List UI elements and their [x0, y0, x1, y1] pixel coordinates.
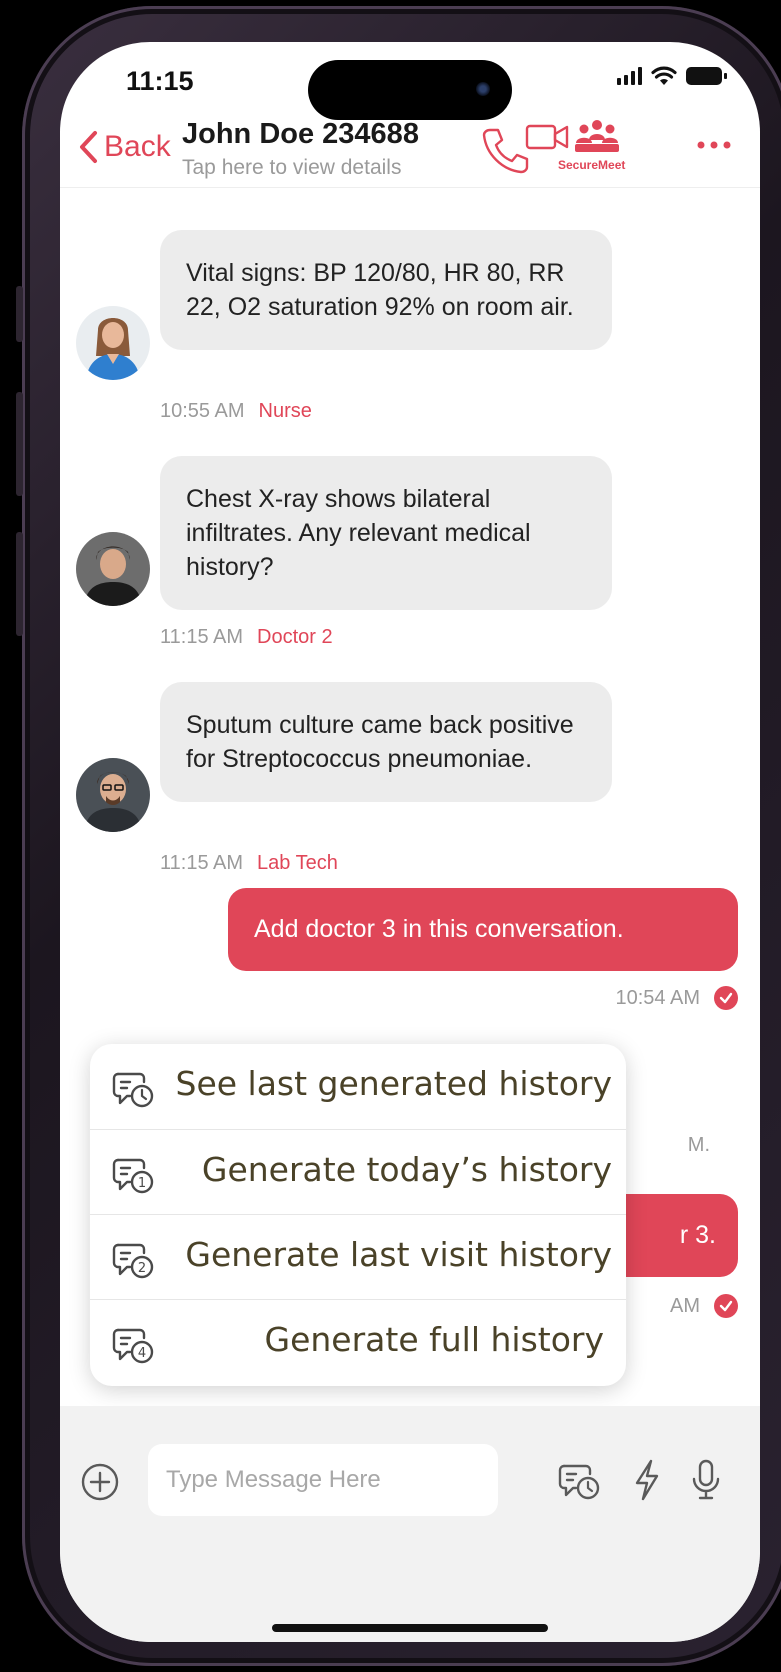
- message-time: 11:15 AM: [160, 852, 244, 874]
- message-bubble-lab-tech[interactable]: Sputum culture came back positive for St…: [160, 682, 612, 802]
- menu-item-label: See last generated history: [175, 1064, 613, 1103]
- message-text-partial: r 3.: [679, 1221, 716, 1249]
- view-details-hint[interactable]: Tap here to view details: [182, 156, 401, 180]
- home-indicator[interactable]: [272, 1624, 548, 1632]
- securemeet-icon[interactable]: [572, 118, 622, 156]
- menu-item-generate-full-history[interactable]: 4 Generate full history: [90, 1299, 626, 1384]
- history-4-icon: 4: [112, 1328, 154, 1364]
- dynamic-island: [308, 60, 512, 120]
- chevron-left-icon: [80, 131, 97, 163]
- securemeet-label[interactable]: SecureMeet: [558, 158, 625, 172]
- svg-text:1: 1: [138, 1176, 146, 1191]
- message-bubble-outgoing[interactable]: Add doctor 3 in this conversation.: [228, 888, 738, 971]
- menu-item-label: Generate full history: [264, 1320, 604, 1359]
- message-meta-outgoing: 10:54 AM: [615, 986, 738, 1010]
- back-label: Back: [104, 130, 171, 163]
- message-bubble-nurse[interactable]: Vital signs: BP 120/80, HR 80, RR 22, O2…: [160, 230, 612, 350]
- history-clock-icon: [112, 1072, 154, 1108]
- volume-down-button: [16, 532, 23, 636]
- chat-header: Back John Doe 234688 Tap here to view de…: [60, 112, 760, 188]
- message-text: Add doctor 3 in this conversation.: [254, 915, 624, 943]
- more-options-icon[interactable]: [696, 140, 736, 150]
- contact-name[interactable]: John Doe 234688: [182, 118, 419, 151]
- message-text: Chest X-ray shows bilateral infiltrates.…: [186, 485, 531, 581]
- menu-item-generate-today-history[interactable]: 1 Generate today’s history: [90, 1129, 626, 1214]
- microphone-icon[interactable]: [690, 1458, 722, 1502]
- svg-text:2: 2: [138, 1261, 146, 1276]
- svg-text:4: 4: [138, 1346, 146, 1361]
- avatar-lab-tech[interactable]: [76, 758, 150, 832]
- battery-icon: [686, 67, 727, 85]
- wifi-icon: [651, 66, 677, 85]
- sender-role: Lab Tech: [257, 852, 338, 874]
- message-meta-nurse: 10:55 AM Nurse: [160, 400, 312, 423]
- volume-up-button: [16, 392, 23, 496]
- video-call-icon[interactable]: [524, 122, 572, 154]
- history-menu: See last generated history 1 Generate to…: [90, 1044, 626, 1386]
- composer-bar: [60, 1406, 760, 1642]
- status-time: 11:15: [126, 66, 194, 96]
- message-meta-outgoing-hidden-top: M.: [688, 1134, 710, 1157]
- cellular-signal-icon: [617, 67, 642, 85]
- lightning-icon[interactable]: [632, 1458, 662, 1502]
- read-check-icon: [714, 986, 738, 1010]
- menu-item-generate-last-visit-history[interactable]: 2 Generate last visit history: [90, 1214, 626, 1299]
- phone-screen: 11:15 Back John Doe 234688 Tap here to v…: [60, 42, 760, 1642]
- message-meta-lab-tech: 11:15 AM Lab Tech: [160, 852, 338, 875]
- back-button[interactable]: Back: [78, 130, 171, 164]
- history-2-icon: 2: [112, 1243, 154, 1279]
- message-text: Sputum culture came back positive for St…: [186, 711, 574, 773]
- message-text: Vital signs: BP 120/80, HR 80, RR 22, O2…: [186, 259, 574, 321]
- menu-item-label: Generate last visit history: [185, 1235, 612, 1274]
- message-time-partial: M.: [687, 1134, 710, 1156]
- sender-role: Nurse: [258, 400, 312, 422]
- history-menu-icon[interactable]: [558, 1458, 602, 1502]
- front-camera: [476, 82, 490, 96]
- read-check-icon: [714, 1294, 738, 1318]
- history-1-icon: 1: [112, 1158, 154, 1194]
- message-bubble-doctor-2[interactable]: Chest X-ray shows bilateral infiltrates.…: [160, 456, 612, 610]
- message-time-partial: AM: [670, 1294, 700, 1317]
- sender-role: Doctor 2: [257, 626, 333, 648]
- status-indicators: [617, 66, 727, 86]
- message-meta-doctor-2: 11:15 AM Doctor 2: [160, 626, 333, 649]
- message-time: 10:55 AM: [160, 400, 245, 422]
- avatar-doctor-2[interactable]: [76, 532, 150, 606]
- message-meta-outgoing-partial: AM: [670, 1294, 738, 1318]
- message-input[interactable]: [148, 1444, 498, 1516]
- message-time: 11:15 AM: [160, 626, 244, 648]
- add-attachment-icon[interactable]: [80, 1462, 120, 1502]
- menu-item-see-last-history[interactable]: See last generated history: [90, 1044, 626, 1129]
- action-button: [16, 286, 23, 342]
- avatar-nurse[interactable]: [76, 306, 150, 380]
- menu-item-label: Generate today’s history: [201, 1150, 612, 1189]
- message-time: 10:54 AM: [615, 986, 700, 1009]
